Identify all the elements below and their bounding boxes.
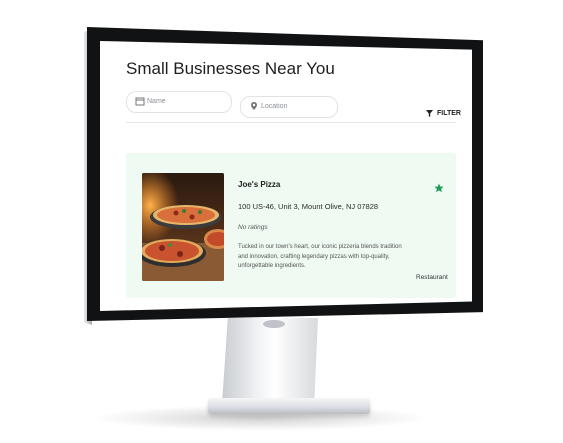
business-description: Tucked in our town's heart, our iconic p… <box>238 244 402 269</box>
name-search-input[interactable] <box>147 94 217 108</box>
page-title: Small Businesses Near You <box>126 59 335 78</box>
filter-button[interactable]: FILTER <box>426 110 461 117</box>
search-divider <box>126 122 456 123</box>
product-mockup: Small Businesses Near You FILTER <box>0 0 563 443</box>
monitor-screen: Small Businesses Near You FILTER <box>100 41 472 311</box>
storefront-icon <box>135 97 145 106</box>
stand-cable-hole <box>263 320 285 328</box>
funnel-icon <box>426 110 433 117</box>
business-name[interactable]: Joe's Pizza <box>238 180 280 189</box>
name-search-field[interactable] <box>126 91 232 113</box>
business-rating: No ratings <box>238 224 268 231</box>
business-address: 100 US-46, Unit 3, Mount Olive, NJ 07828 <box>238 202 379 211</box>
location-search-input[interactable] <box>261 99 331 113</box>
monitor-stand-base <box>208 398 370 414</box>
star-icon[interactable] <box>434 183 444 193</box>
business-card[interactable]: Joe's Pizza 100 US-46, Unit 3, Mount Oli… <box>126 153 456 298</box>
monitor-stand-neck <box>222 318 318 404</box>
business-photo <box>142 173 224 281</box>
map-pin-icon <box>251 102 257 110</box>
business-category: Restaurant <box>416 274 448 281</box>
filter-label: FILTER <box>437 110 461 117</box>
location-search-field[interactable] <box>240 96 338 118</box>
